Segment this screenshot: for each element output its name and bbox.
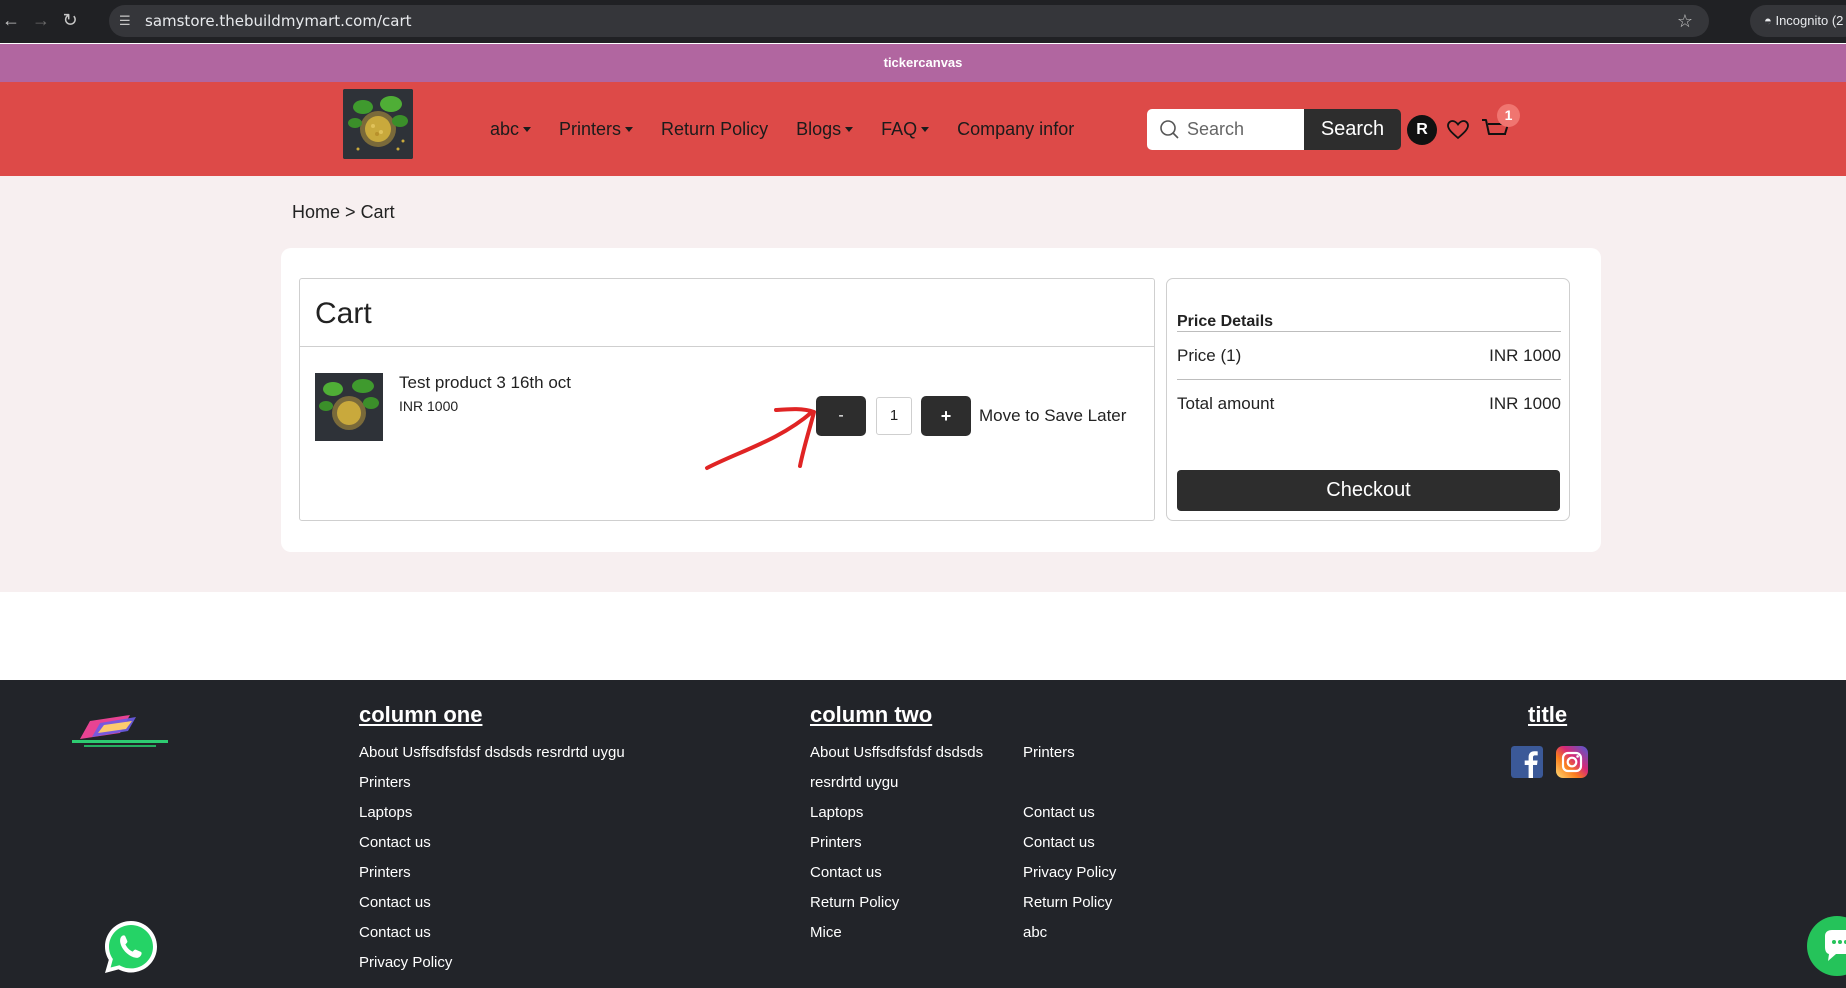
footer-link[interactable]: Laptops — [810, 804, 863, 821]
footer-column-one-title: column one — [359, 702, 483, 727]
ticker-bar: tickercanvas — [0, 44, 1846, 82]
nav-item-faq[interactable]: FAQ — [881, 118, 930, 140]
breadcrumb-current: Cart — [360, 202, 395, 222]
cart-count-badge: 1 — [1497, 104, 1520, 127]
store-logo[interactable] — [343, 89, 413, 159]
cart-panel: Cart Test product 3 16th oct INR 1000 - … — [281, 248, 1601, 552]
main-content: Home > Cart Cart Test product 3 16th oct… — [0, 176, 1846, 592]
checkout-button[interactable]: Checkout — [1177, 470, 1560, 511]
annotation-arrow-icon — [705, 407, 816, 470]
footer-link[interactable]: Printers — [810, 834, 862, 851]
footer-link[interactable]: resrdrtd uygu — [810, 774, 898, 791]
footer-link[interactable]: Laptops — [359, 804, 412, 821]
bookmark-star-icon[interactable]: ☆ — [1677, 5, 1693, 37]
whatsapp-icon[interactable] — [102, 918, 160, 976]
nav-item-company-info[interactable]: Company infor — [957, 119, 1074, 140]
incognito-icon: ◓ — [1764, 13, 1776, 28]
breadcrumb-home-link[interactable]: Home — [292, 202, 340, 222]
facebook-icon[interactable] — [1511, 746, 1543, 778]
incognito-indicator[interactable]: ◓ Incognito (2 — [1750, 5, 1846, 37]
footer-link[interactable]: About Usffsdfsfdsf dsdsds — [810, 744, 983, 761]
footer-link[interactable]: Contact us — [810, 864, 882, 881]
ticker-text: tickercanvas — [883, 55, 963, 70]
footer-link[interactable]: Privacy Policy — [359, 954, 452, 971]
nav-item-label: Company infor — [957, 118, 1075, 139]
total-value: INR 1000 — [1489, 394, 1561, 413]
footer-link[interactable]: Printers — [359, 774, 411, 791]
move-to-save-later-link[interactable]: Move to Save Later — [979, 396, 1126, 436]
url-text: samstore.thebuildmymart.com/cart — [145, 12, 412, 30]
caret-down-icon — [845, 127, 854, 133]
footer-link[interactable]: Contact us — [359, 834, 431, 851]
increase-quantity-button[interactable]: + — [921, 396, 971, 436]
footer-logo[interactable] — [70, 713, 170, 749]
footer-link[interactable]: Contact us — [1023, 804, 1095, 821]
main-nav: abc Printers Return Policy Blogs FAQ Com… — [490, 82, 1074, 176]
total-label: Total amount — [1177, 394, 1275, 413]
nav-item-label: Blogs — [796, 118, 842, 139]
product-price: INR 1000 — [399, 398, 459, 414]
footer-column-two-title: column two — [810, 702, 933, 727]
footer-link[interactable]: Privacy Policy — [1023, 864, 1116, 881]
caret-down-icon — [921, 127, 930, 133]
price-details-title: Price Details — [1177, 313, 1274, 330]
nav-item-label: Return Policy — [661, 118, 769, 139]
price-label: Price (1) — [1177, 346, 1242, 365]
footer-link[interactable]: Contact us — [1023, 834, 1095, 851]
footer-column-three-title: title — [1528, 702, 1568, 727]
footer-link[interactable]: Contact us — [359, 924, 431, 941]
price-row: Price (1) INR 1000 — [1177, 346, 1561, 366]
nav-item-label: Printers — [559, 118, 622, 139]
forward-icon[interactable]: → — [30, 9, 52, 31]
nav-item-label: abc — [490, 118, 520, 139]
search-icon — [1160, 120, 1179, 139]
footer-link[interactable]: Printers — [359, 864, 411, 881]
nav-item-abc[interactable]: abc — [490, 118, 532, 140]
price-value: INR 1000 — [1489, 346, 1561, 365]
instagram-icon[interactable] — [1556, 746, 1588, 778]
caret-down-icon — [523, 127, 532, 133]
search-input[interactable] — [1187, 109, 1299, 150]
nav-item-blogs[interactable]: Blogs — [796, 118, 854, 140]
breadcrumb-separator: > — [345, 202, 356, 222]
footer-link[interactable]: abc — [1023, 924, 1047, 941]
breadcrumb: Home > Cart — [292, 202, 395, 223]
back-icon[interactable]: ← — [0, 9, 22, 31]
quantity-value[interactable]: 1 — [876, 397, 912, 435]
divider — [300, 346, 1154, 347]
incognito-label: Incognito (2 — [1775, 13, 1844, 28]
chat-icon — [1825, 930, 1846, 961]
search-field — [1147, 109, 1305, 150]
wishlist-heart-icon[interactable] — [1446, 118, 1470, 142]
footer-link[interactable]: Mice — [810, 924, 842, 941]
divider — [1177, 379, 1561, 380]
site-settings-icon[interactable]: ☰ — [119, 13, 135, 29]
product-name[interactable]: Test product 3 16th oct — [399, 373, 571, 393]
browser-toolbar: ← → ↻ ☰ samstore.thebuildmymart.com/cart… — [0, 0, 1846, 43]
user-avatar[interactable]: R — [1407, 115, 1437, 145]
search-button[interactable]: Search — [1304, 109, 1401, 150]
cart-title: Cart — [315, 297, 372, 330]
product-thumbnail[interactable] — [315, 373, 383, 441]
footer-link[interactable]: Printers — [1023, 744, 1075, 761]
chat-widget-button[interactable] — [1807, 916, 1846, 976]
divider — [1177, 331, 1561, 332]
footer-link[interactable]: Return Policy — [1023, 894, 1112, 911]
footer-link[interactable]: Return Policy — [810, 894, 899, 911]
site-header: abc Printers Return Policy Blogs FAQ Com… — [0, 82, 1846, 176]
reload-icon[interactable]: ↻ — [59, 9, 81, 31]
caret-down-icon — [625, 127, 634, 133]
footer-link[interactable]: About Usffsdfsfdsf dsdsds resrdrtd uygu — [359, 744, 625, 761]
address-bar[interactable]: ☰ samstore.thebuildmymart.com/cart ☆ — [109, 5, 1709, 37]
site-footer: column one About Usffsdfsfdsf dsdsds res… — [0, 680, 1846, 988]
footer-link[interactable]: Contact us — [359, 894, 431, 911]
nav-item-return-policy[interactable]: Return Policy — [661, 119, 768, 140]
total-row: Total amount INR 1000 — [1177, 394, 1561, 414]
nav-item-label: FAQ — [881, 118, 918, 139]
nav-item-printers[interactable]: Printers — [559, 118, 634, 140]
price-details-card: Price Details Price (1) INR 1000 Total a… — [1166, 278, 1570, 521]
